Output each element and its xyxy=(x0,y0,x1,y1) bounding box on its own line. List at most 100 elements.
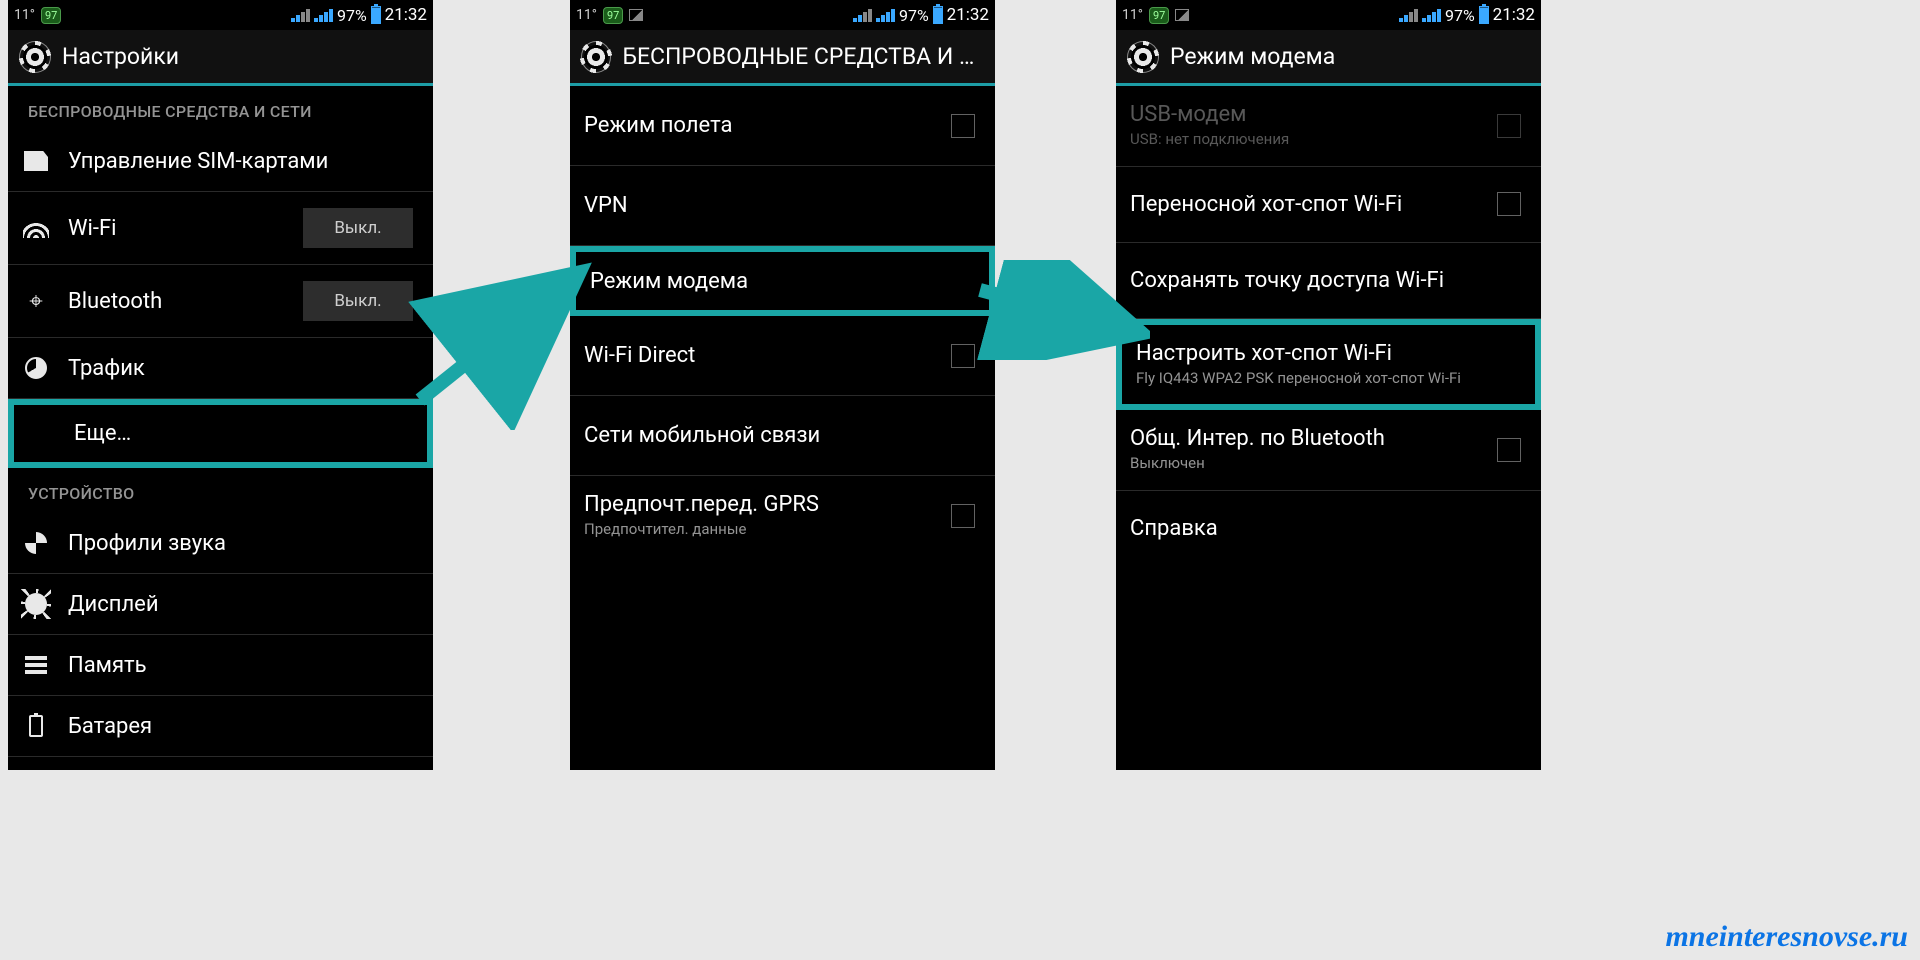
usb-checkbox xyxy=(1497,114,1521,138)
title-bar: Настройки xyxy=(8,30,433,86)
airplane-checkbox[interactable] xyxy=(951,114,975,138)
row-help[interactable]: Справка xyxy=(1116,491,1541,567)
row-airplane[interactable]: Режим полета xyxy=(570,86,995,166)
traffic-icon xyxy=(22,354,50,382)
battery-pct: 97% xyxy=(899,6,929,25)
row-label: Профили звука xyxy=(68,531,413,556)
row-traffic[interactable]: Трафик xyxy=(8,338,433,399)
signal-2-icon xyxy=(1422,9,1441,22)
row-save-ap[interactable]: Сохранять точку доступа Wi-Fi xyxy=(1116,243,1541,319)
status-bar: 11° 97 97% 21:32 xyxy=(8,0,433,30)
row-label: Сети мобильной связи xyxy=(584,423,975,448)
row-vpn[interactable]: VPN xyxy=(570,166,995,246)
row-wifi[interactable]: Wi-Fi Выкл. xyxy=(8,192,433,265)
title-bar: БЕСПРОВОДНЫЕ СРЕДСТВА И СЕ… xyxy=(570,30,995,86)
status-badge: 97 xyxy=(1149,7,1169,24)
row-label: Предпочт.перед. GPRS xyxy=(584,492,933,517)
row-label: Батарея xyxy=(68,714,413,739)
row-label: Справка xyxy=(1130,516,1521,541)
status-clock: 21:32 xyxy=(1493,5,1535,25)
gear-icon xyxy=(20,42,50,72)
row-memory[interactable]: Память xyxy=(8,635,433,696)
gprs-checkbox[interactable] xyxy=(951,504,975,528)
row-label: Переносной хот-спот Wi-Fi xyxy=(1130,192,1479,217)
status-clock: 21:32 xyxy=(947,5,989,25)
profiles-icon xyxy=(22,529,50,557)
row-bluetooth[interactable]: ⌖ Bluetooth Выкл. xyxy=(8,265,433,338)
row-sub: Fly IQ443 WPA2 PSK переносной хот-спот W… xyxy=(1136,369,1515,389)
row-tether[interactable]: Режим модема xyxy=(570,246,995,316)
status-temp: 11° xyxy=(14,7,35,23)
wifi-icon xyxy=(22,214,50,242)
status-bar: 11° 97 97% 21:32 xyxy=(1116,0,1541,30)
row-label: Память xyxy=(68,653,413,678)
battery-icon xyxy=(1479,6,1489,24)
signal-2-icon xyxy=(314,9,333,22)
signal-2-icon xyxy=(876,9,895,22)
status-temp: 11° xyxy=(576,7,597,23)
bluetooth-toggle[interactable]: Выкл. xyxy=(303,281,413,321)
gear-icon xyxy=(582,42,610,72)
section-device: УСТРОЙСТВО xyxy=(8,468,433,513)
row-usb-modem: USB-модем USB: нет подключения xyxy=(1116,86,1541,167)
row-display[interactable]: Дисплей xyxy=(8,574,433,635)
status-badge: 97 xyxy=(41,7,61,24)
row-label: Режим полета xyxy=(584,113,933,138)
battery-icon xyxy=(933,6,943,24)
page-title: Настройки xyxy=(62,43,179,70)
title-bar: Режим модема xyxy=(1116,30,1541,86)
page-title: Режим модема xyxy=(1170,43,1335,70)
row-wifi-direct[interactable]: Wi-Fi Direct xyxy=(570,316,995,396)
status-bar: 11° 97 97% 21:32 xyxy=(570,0,995,30)
section-wireless: БЕСПРОВОДНЫЕ СРЕДСТВА И СЕТИ xyxy=(8,86,433,131)
display-icon xyxy=(22,590,50,618)
row-label: Bluetooth xyxy=(68,289,285,314)
gear-icon xyxy=(1128,42,1158,72)
watermark: mneinteresnovse.ru xyxy=(1665,920,1908,954)
row-sim[interactable]: Управление SIM-картами xyxy=(8,131,433,192)
page-title: БЕСПРОВОДНЫЕ СРЕДСТВА И СЕ… xyxy=(622,43,983,70)
screenshot-2: 11° 97 97% 21:32 БЕСПРОВОДНЫЕ СРЕДСТВА И… xyxy=(570,0,995,770)
row-label: Дисплей xyxy=(68,592,413,617)
battery-icon xyxy=(371,6,381,24)
row-setup-hotspot[interactable]: Настроить хот-спот Wi-Fi Fly IQ443 WPA2 … xyxy=(1116,319,1541,411)
battery-row-icon xyxy=(22,712,50,740)
signal-1-icon xyxy=(853,9,872,22)
hotspot-checkbox[interactable] xyxy=(1497,192,1521,216)
row-label: Сохранять точку доступа Wi-Fi xyxy=(1130,268,1521,293)
bt-share-checkbox[interactable] xyxy=(1497,438,1521,462)
screenshot-1: 11° 97 97% 21:32 Настройки БЕСПРОВОДНЫЕ … xyxy=(8,0,433,770)
row-hotspot[interactable]: Переносной хот-спот Wi-Fi xyxy=(1116,167,1541,243)
row-mobile[interactable]: Сети мобильной связи xyxy=(570,396,995,476)
signal-1-icon xyxy=(291,9,310,22)
row-bt-share[interactable]: Общ. Интер. по Bluetooth Выключен xyxy=(1116,410,1541,491)
battery-pct: 97% xyxy=(337,6,367,25)
row-label: Общ. Интер. по Bluetooth xyxy=(1130,426,1479,451)
status-badge: 97 xyxy=(603,7,623,24)
row-label: Управление SIM-картами xyxy=(68,149,413,174)
row-gprs[interactable]: Предпочт.перед. GPRS Предпочтител. данны… xyxy=(570,476,995,556)
row-sub: Выключен xyxy=(1130,454,1479,474)
screenshot-3: 11° 97 97% 21:32 Режим модема USB-модем … xyxy=(1116,0,1541,770)
row-label: Еще… xyxy=(74,421,407,446)
wifi-direct-checkbox[interactable] xyxy=(951,344,975,368)
status-temp: 11° xyxy=(1122,7,1143,23)
wifi-toggle[interactable]: Выкл. xyxy=(303,208,413,248)
screenshot-icon xyxy=(629,9,643,21)
row-apps[interactable]: Приложения xyxy=(8,757,433,770)
row-sub: Предпочтител. данные xyxy=(584,520,933,540)
row-more[interactable]: Еще… xyxy=(8,399,433,468)
row-label: Настроить хот-спот Wi-Fi xyxy=(1136,341,1515,366)
signal-1-icon xyxy=(1399,9,1418,22)
row-label: VPN xyxy=(584,193,975,218)
row-profiles[interactable]: Профили звука xyxy=(8,513,433,574)
row-label: Трафик xyxy=(68,356,413,381)
screenshot-icon xyxy=(1175,9,1189,21)
battery-pct: 97% xyxy=(1445,6,1475,25)
memory-icon xyxy=(22,651,50,679)
bluetooth-icon: ⌖ xyxy=(22,287,50,315)
row-sub: USB: нет подключения xyxy=(1130,130,1479,150)
row-label: USB-модем xyxy=(1130,102,1479,127)
row-battery[interactable]: Батарея xyxy=(8,696,433,757)
sim-icon xyxy=(22,147,50,175)
